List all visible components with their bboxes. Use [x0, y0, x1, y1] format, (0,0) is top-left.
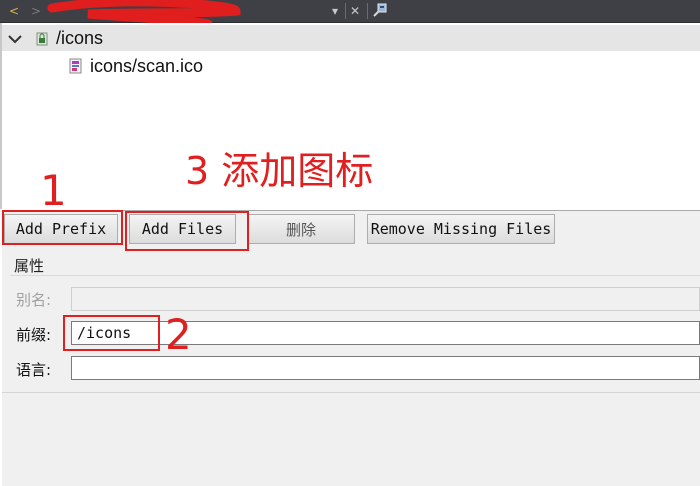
dropdown-arrow-icon[interactable]: ▾ [328, 3, 342, 19]
delete-button[interactable]: 删除 [247, 214, 355, 244]
group-divider [10, 275, 700, 276]
prefix-label: /icons [56, 27, 104, 48]
split-view-icon[interactable] [372, 3, 388, 19]
chevron-down-icon[interactable] [8, 29, 28, 48]
tree-item-prefix[interactable]: /icons [2, 25, 700, 51]
alias-field [71, 287, 700, 311]
folder-lock-icon [36, 30, 50, 46]
properties-title: 属性 [14, 257, 45, 275]
forward-arrow-icon[interactable]: > [28, 3, 44, 19]
properties-panel: 属性 别名: 前缀: /icons 语言: [2, 249, 700, 486]
bottom-divider [2, 392, 700, 393]
annotation-step-3: 3 添加图标 [185, 149, 374, 193]
annotation-box-prefix-field [63, 315, 160, 351]
tree-item-file[interactable]: icons/scan.ico [68, 53, 203, 79]
file-label: icons/scan.ico [90, 55, 204, 76]
prefix-field-label: 前缀: [16, 326, 52, 344]
annotation-box-add-files [125, 211, 249, 251]
annotation-box-add-prefix [2, 210, 123, 245]
ico-file-icon [68, 58, 84, 74]
back-arrow-icon[interactable]: < [6, 3, 22, 19]
close-icon[interactable]: ✕ [347, 3, 363, 19]
resource-editor-toolbar: < > ▾ ✕ [0, 0, 700, 29]
alias-label: 别名: [16, 291, 52, 309]
annotation-step-1: 1 [40, 166, 67, 215]
annotation-step-2: 2 [165, 310, 192, 359]
language-field[interactable] [71, 356, 700, 380]
language-label: 语言: [16, 361, 52, 379]
remove-missing-files-button[interactable]: Remove Missing Files [367, 214, 555, 244]
